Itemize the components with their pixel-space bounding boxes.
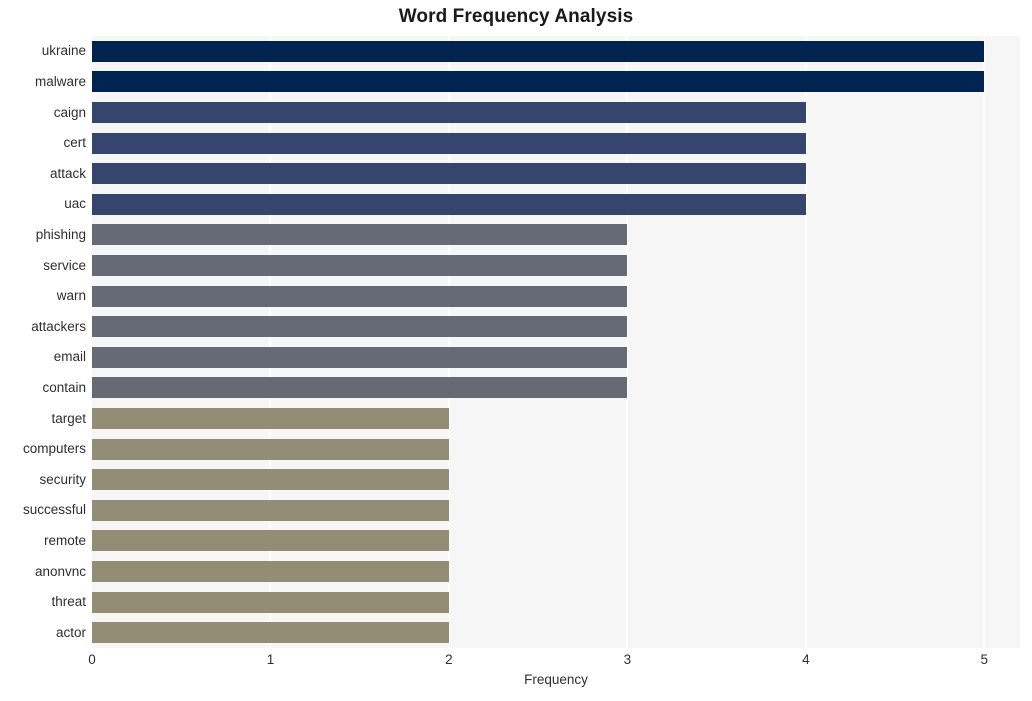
bar-uac[interactable]: [92, 193, 806, 215]
y-tick-label-remote: remote: [43, 532, 86, 548]
gridline-x-1: [269, 36, 272, 648]
chart-figure: Word Frequency Analysis ukraine malware ca…: [0, 0, 1032, 701]
y-tick-label-phishing: phishing: [35, 226, 86, 242]
bar-malware[interactable]: [92, 71, 985, 93]
y-tick-label-threat: threat: [51, 594, 86, 610]
gridline-x-5: [983, 36, 986, 648]
gridline-x-4: [804, 36, 807, 648]
y-tick-label-attackers: attackers: [31, 318, 86, 334]
y-tick-label-actor: actor: [55, 624, 86, 640]
y-tick-label-computers: computers: [22, 441, 86, 457]
bar-phishing[interactable]: [92, 224, 628, 246]
y-tick-label-warn: warn: [56, 288, 86, 304]
bar-threat[interactable]: [92, 591, 449, 613]
plot-area: [92, 36, 1020, 648]
x-tick-label-4: 4: [802, 652, 810, 667]
chart-title: Word Frequency Analysis: [398, 6, 634, 27]
y-tick-label-service: service: [43, 257, 86, 273]
y-tick-label-caign: caign: [53, 104, 86, 120]
bar-security[interactable]: [92, 469, 449, 491]
y-tick-label-target: target: [51, 410, 86, 426]
y-tick-label-contain: contain: [42, 379, 86, 395]
bar-attackers[interactable]: [92, 316, 628, 338]
gridline-x-2: [447, 36, 450, 648]
x-axis-label: Frequency: [524, 672, 588, 687]
y-tick-label-malware: malware: [34, 73, 86, 89]
y-tick-label-email: email: [53, 349, 86, 365]
bar-cert[interactable]: [92, 132, 806, 154]
x-tick-label-3: 3: [623, 652, 632, 667]
bar-ukraine[interactable]: [92, 40, 985, 62]
bar-caign[interactable]: [92, 102, 806, 123]
bar-email[interactable]: [92, 346, 628, 368]
x-tick-label-2: 2: [445, 652, 453, 667]
bar-anonvnc[interactable]: [92, 561, 449, 582]
bar-target[interactable]: [92, 408, 449, 429]
y-tick-label-ukraine: ukraine: [41, 43, 86, 59]
x-tick-label-5: 5: [980, 652, 989, 667]
x-tick-label-0: 0: [88, 652, 96, 667]
bar-computers[interactable]: [92, 438, 449, 460]
bar-service[interactable]: [92, 255, 628, 276]
y-tick-label-attack: attack: [49, 165, 86, 181]
bar-contain[interactable]: [92, 377, 628, 399]
y-axis: ukraine malware caign cert attack uac phishing…: [0, 36, 86, 648]
bar-warn[interactable]: [92, 285, 628, 307]
y-tick-label-successful: successful: [22, 502, 86, 518]
bar-actor[interactable]: [92, 622, 449, 644]
y-tick-label-anonvnc: anonvnc: [34, 563, 86, 579]
bar-attack[interactable]: [92, 163, 806, 185]
gridline-x-3: [626, 36, 629, 648]
x-tick-label-1: 1: [266, 652, 275, 667]
bar-successful[interactable]: [92, 499, 449, 521]
bar-remote[interactable]: [92, 530, 449, 552]
y-tick-label-uac: uac: [64, 196, 86, 212]
y-tick-label-cert: cert: [63, 135, 86, 151]
y-tick-label-security: security: [39, 471, 86, 487]
